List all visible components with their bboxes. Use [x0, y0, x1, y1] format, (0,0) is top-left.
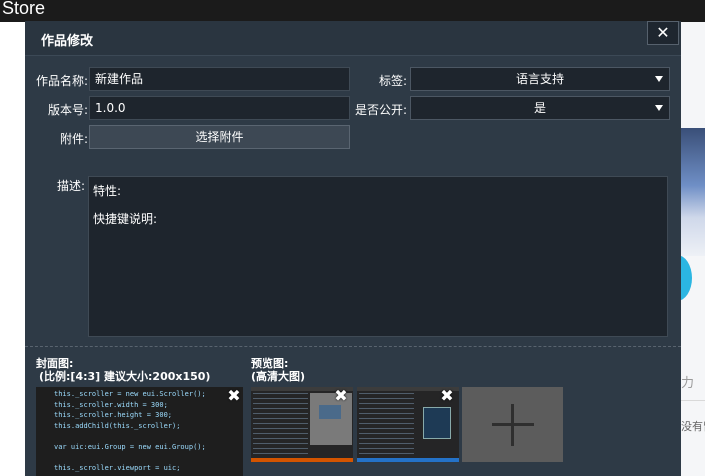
description-label: 描述: — [56, 179, 85, 193]
cover-code-line: this.addChild(this._scroller); — [54, 421, 181, 430]
store-title: Store — [2, 0, 46, 18]
cover-code-line: this._scroller.width = 300; — [54, 400, 168, 409]
cover-code-line: this._scroller = new eui.Scroller(); — [54, 390, 206, 398]
preview-label: 预览图: (高清大图) — [251, 357, 305, 383]
name-label: 作品名称: — [35, 74, 88, 88]
cover-label-hint: (比例:[4:3] 建议大小:200x150) — [39, 370, 211, 383]
cover-label: 封面图: (比例:[4:3] 建议大小:200x150) — [36, 357, 210, 383]
close-button[interactable]: ✕ — [647, 21, 679, 45]
cover-image[interactable]: this._scroller = new eui.Scroller(); this… — [36, 387, 243, 476]
plus-icon-v — [511, 404, 514, 446]
thumb-content — [359, 393, 414, 455]
description-textarea[interactable]: 特性: 快捷键说明: — [88, 176, 668, 337]
background-divider — [681, 400, 705, 401]
remove-preview-1-icon[interactable]: ✖ — [333, 388, 349, 404]
background-banner-image — [681, 128, 705, 256]
add-preview-button[interactable] — [462, 387, 563, 462]
cover-image-code-text: this._scroller = new eui.Scroller(); this… — [54, 389, 206, 473]
tags-label: 标签: — [378, 74, 407, 88]
cover-label-title: 封面图: — [36, 357, 74, 370]
public-select-value: 是 — [533, 101, 546, 115]
cover-code-line: this._scroller.height = 300; — [54, 411, 173, 419]
description-line-1: 特性: — [93, 184, 122, 198]
remove-preview-2-icon[interactable]: ✖ — [439, 388, 455, 404]
top-bar: Store — [0, 0, 705, 22]
version-label: 版本号: — [47, 103, 88, 117]
remove-cover-icon[interactable]: ✖ — [226, 388, 242, 404]
preview-label-hint: (高清大图) — [251, 370, 306, 383]
description-line-2: 快捷键说明: — [93, 212, 158, 226]
background-text: 力 — [681, 376, 695, 391]
cover-code-line: var uic:eui.Group = new eui.Group(); — [54, 442, 206, 451]
thumb-content — [253, 393, 308, 455]
thumb-widget — [319, 405, 341, 419]
preview-label-title: 预览图: — [251, 357, 289, 370]
dialog-title: 作品修改 — [41, 34, 94, 49]
thumb-statusbar — [357, 458, 459, 462]
name-input[interactable]: 新建作品 — [89, 67, 350, 91]
cover-code-line — [54, 452, 206, 463]
background-text-2: 没有留 — [681, 420, 705, 433]
tags-select[interactable]: 语言支持 — [410, 67, 670, 91]
chevron-down-icon — [655, 105, 663, 111]
version-input[interactable]: 1.0.0 — [89, 96, 350, 120]
choose-attachment-button[interactable]: 选择附件 — [89, 125, 350, 149]
edit-work-dialog: 作品修改 ✕ 作品名称: 新建作品 标签: 语言支持 版本号: 1.0.0 是否… — [25, 21, 681, 476]
attachment-label: 附件: — [59, 132, 88, 146]
thumb-panel — [423, 407, 451, 439]
section-divider — [25, 346, 681, 347]
cover-code-line — [54, 431, 206, 442]
public-select[interactable]: 是 — [410, 96, 670, 120]
thumb-statusbar — [251, 458, 353, 462]
cover-code-line: this._scroller.viewport = uic; — [54, 463, 181, 472]
chevron-down-icon — [655, 76, 663, 82]
tags-select-value: 语言支持 — [515, 72, 564, 86]
dialog-header: 作品修改 — [25, 21, 681, 56]
public-label: 是否公开: — [354, 103, 407, 117]
